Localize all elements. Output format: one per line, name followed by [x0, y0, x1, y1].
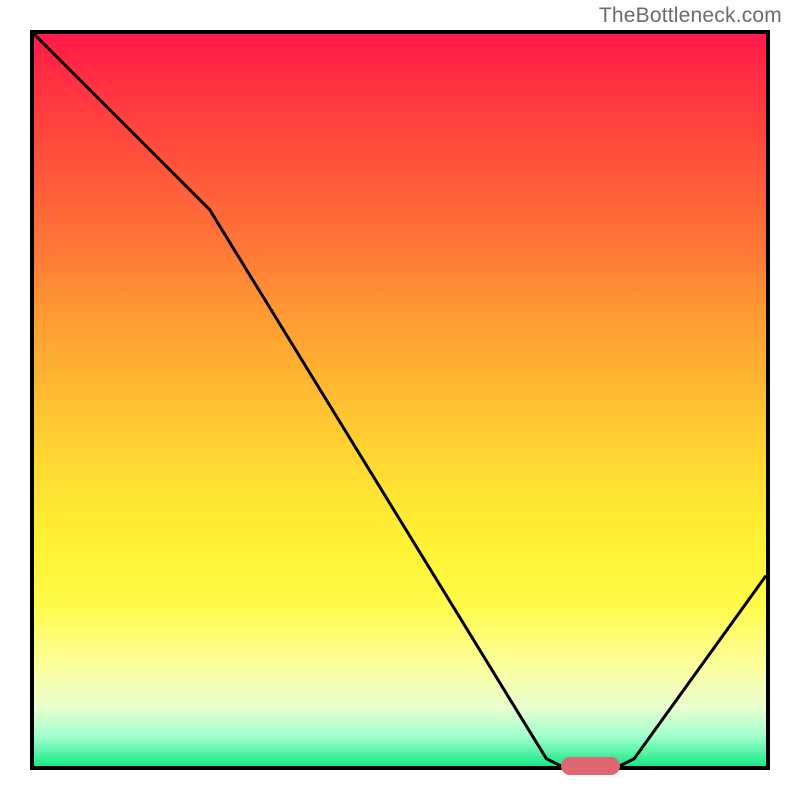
chart-container: TheBottleneck.com [0, 0, 800, 800]
watermark-text: TheBottleneck.com [599, 4, 782, 28]
curve-layer [34, 34, 766, 766]
bottleneck-curve [34, 34, 766, 766]
plot-area [30, 30, 770, 770]
optimal-range-marker [561, 757, 620, 775]
